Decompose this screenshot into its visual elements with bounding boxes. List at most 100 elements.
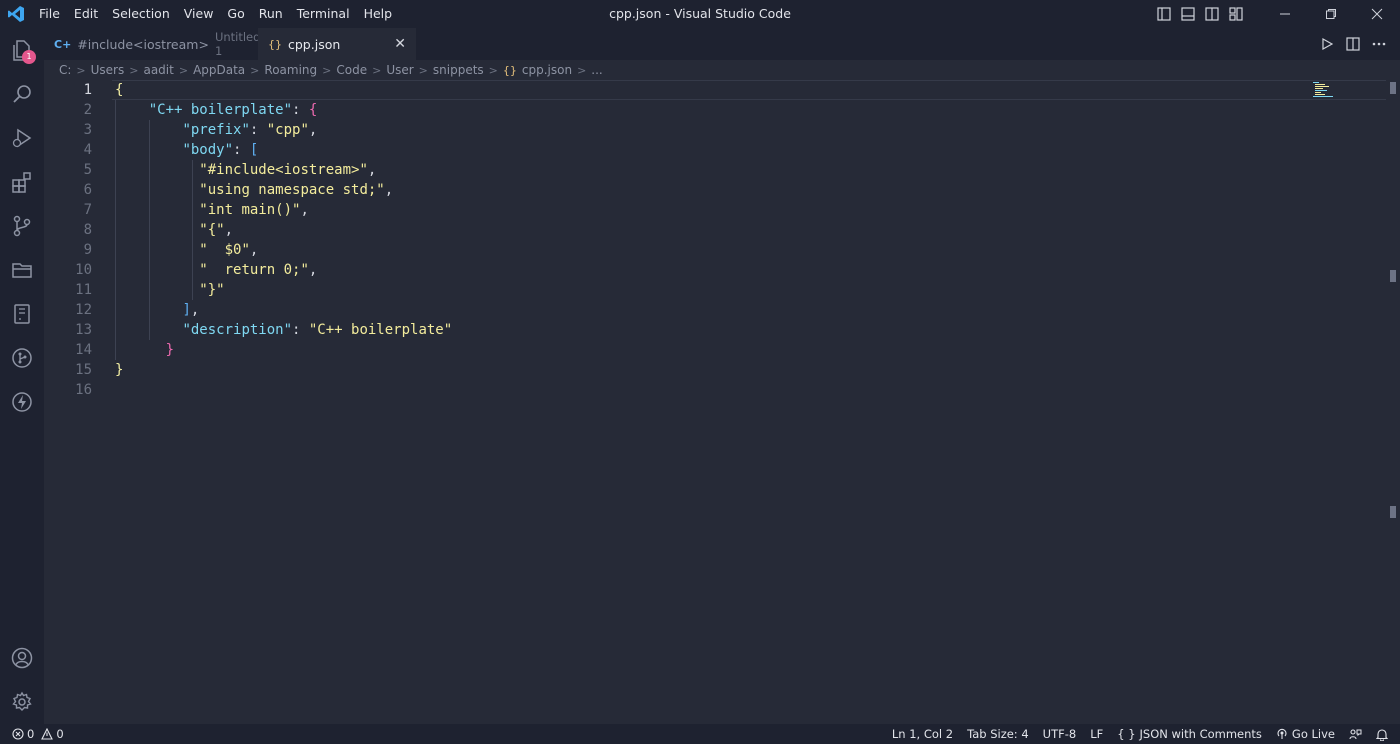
vscode-logo-icon [0, 0, 32, 28]
remote-explorer-icon[interactable] [0, 292, 44, 336]
line-number: 2 [83, 102, 92, 118]
string-token: " $0" [199, 242, 250, 258]
vertical-scrollbar[interactable] [1386, 80, 1400, 724]
code-line: "C++ boilerplate": { [115, 100, 1305, 120]
status-right: Ln 1, Col 2 Tab Size: 4 UTF-8 LF { } JSO… [885, 724, 1400, 744]
breadcrumb-item[interactable]: aadit [143, 63, 173, 77]
tab-untitled-1[interactable]: C+ #include<iostream> Untitled-1 [44, 28, 265, 60]
end-of-line[interactable]: LF [1083, 724, 1110, 744]
bracket-token: ] [182, 302, 191, 318]
code-line: "{", [115, 220, 1305, 240]
chevron-right-icon: > [322, 63, 332, 77]
menu-edit[interactable]: Edit [67, 0, 105, 28]
string-token: "cpp" [266, 122, 309, 138]
colon-token: : [249, 122, 267, 138]
toggle-secondary-sidebar-icon[interactable] [1200, 0, 1224, 28]
customize-layout-icon[interactable] [1224, 0, 1248, 28]
brace-token: } [165, 342, 175, 358]
code-line: "description": "C++ boilerplate" [115, 320, 1305, 340]
menu-file[interactable]: File [32, 0, 67, 28]
extensions-icon[interactable] [0, 160, 44, 204]
chevron-right-icon: > [178, 63, 189, 77]
colon-token: : [292, 102, 309, 118]
string-token: "{" [199, 222, 225, 238]
code-line: " $0", [115, 240, 1305, 260]
run-code-icon[interactable] [1314, 28, 1340, 60]
minimize-icon[interactable] [1262, 0, 1308, 28]
split-editor-icon[interactable] [1340, 28, 1366, 60]
breadcrumb-item[interactable]: Roaming [264, 63, 317, 77]
key-token: "description" [182, 322, 293, 338]
key-token: "body" [182, 142, 234, 158]
string-token: " return 0;" [199, 262, 309, 278]
editor-actions [1314, 28, 1400, 60]
menu-selection[interactable]: Selection [105, 0, 177, 28]
title-actions [1152, 0, 1400, 28]
comma-token: , [249, 242, 259, 258]
encoding[interactable]: UTF-8 [1036, 724, 1084, 744]
search-icon[interactable] [0, 72, 44, 116]
toggle-panel-icon[interactable] [1176, 0, 1200, 28]
breadcrumb-item[interactable]: Code [336, 63, 367, 77]
line-number-gutter: 1 2 3 4 5 6 7 8 9 10 11 12 13 14 15 16 [44, 80, 92, 400]
files-icon[interactable]: 1 [0, 28, 44, 72]
breadcrumb-item[interactable]: snippets [433, 63, 484, 77]
folder-icon[interactable] [0, 248, 44, 292]
close-icon[interactable]: ✕ [394, 36, 406, 52]
key-token: "C++ boilerplate" [148, 102, 293, 118]
breadcrumb-file[interactable]: cpp.json [522, 63, 572, 77]
comma-token: , [367, 162, 377, 178]
chevron-right-icon: > [129, 63, 139, 77]
toggle-primary-sidebar-icon[interactable] [1152, 0, 1176, 28]
more-actions-icon[interactable] [1366, 28, 1392, 60]
string-token: "#include<iostream>" [199, 162, 368, 178]
lightning-icon[interactable] [0, 380, 44, 424]
tab-size[interactable]: Tab Size: 4 [960, 724, 1036, 744]
code-line: ], [115, 300, 1305, 320]
go-live-button[interactable]: Go Live [1269, 724, 1342, 744]
chevron-right-icon: > [488, 63, 498, 77]
error-icon [12, 728, 24, 740]
run-debug-icon[interactable] [0, 116, 44, 160]
error-count: 0 [27, 727, 35, 741]
minimap[interactable] [1313, 81, 1337, 99]
string-token: "C++ boilerplate" [308, 322, 453, 338]
string-token: "using namespace std;" [199, 182, 385, 198]
language-label: JSON with Comments [1139, 727, 1262, 741]
chevron-right-icon: > [76, 63, 86, 77]
breadcrumb-item[interactable]: Users [91, 63, 125, 77]
problems-indicator[interactable]: 0 0 [0, 727, 64, 741]
restore-icon[interactable] [1308, 0, 1354, 28]
tab-label: cpp.json [288, 36, 341, 52]
cpp-icon: C+ [54, 37, 72, 51]
comma-token: , [308, 122, 318, 138]
tab-cpp-json[interactable]: {} cpp.json ✕ [258, 28, 416, 60]
explorer-badge: 1 [22, 50, 36, 64]
line-number: 14 [75, 342, 92, 358]
account-icon[interactable] [0, 636, 44, 680]
language-mode[interactable]: { } JSON with Comments [1110, 724, 1269, 744]
breadcrumb-item[interactable]: User [386, 63, 413, 77]
code-editor[interactable]: 1 2 3 4 5 6 7 8 9 10 11 12 13 14 15 16 {… [44, 80, 1386, 724]
code-line: } [115, 340, 1305, 360]
breadcrumb-item[interactable]: C: [59, 63, 71, 77]
settings-gear-icon[interactable] [0, 680, 44, 724]
breadcrumb-symbols[interactable]: ... [591, 63, 602, 77]
git-graph-icon[interactable] [0, 336, 44, 380]
menu-help[interactable]: Help [357, 0, 400, 28]
feedback-icon[interactable] [1342, 728, 1369, 741]
menu-terminal[interactable]: Terminal [290, 0, 357, 28]
line-number: 13 [75, 322, 92, 338]
line-number: 16 [75, 382, 92, 398]
code-line: "using namespace std;", [115, 180, 1305, 200]
status-bar: 0 0 Ln 1, Col 2 Tab Size: 4 UTF-8 LF { }… [0, 724, 1400, 744]
menu-go[interactable]: Go [220, 0, 251, 28]
breadcrumb-item[interactable]: AppData [193, 63, 245, 77]
close-window-icon[interactable] [1354, 0, 1400, 28]
source-control-icon[interactable] [0, 204, 44, 248]
menu-view[interactable]: View [177, 0, 221, 28]
menu-run[interactable]: Run [252, 0, 290, 28]
notifications-bell-icon[interactable] [1369, 728, 1400, 741]
cursor-position[interactable]: Ln 1, Col 2 [885, 724, 960, 744]
